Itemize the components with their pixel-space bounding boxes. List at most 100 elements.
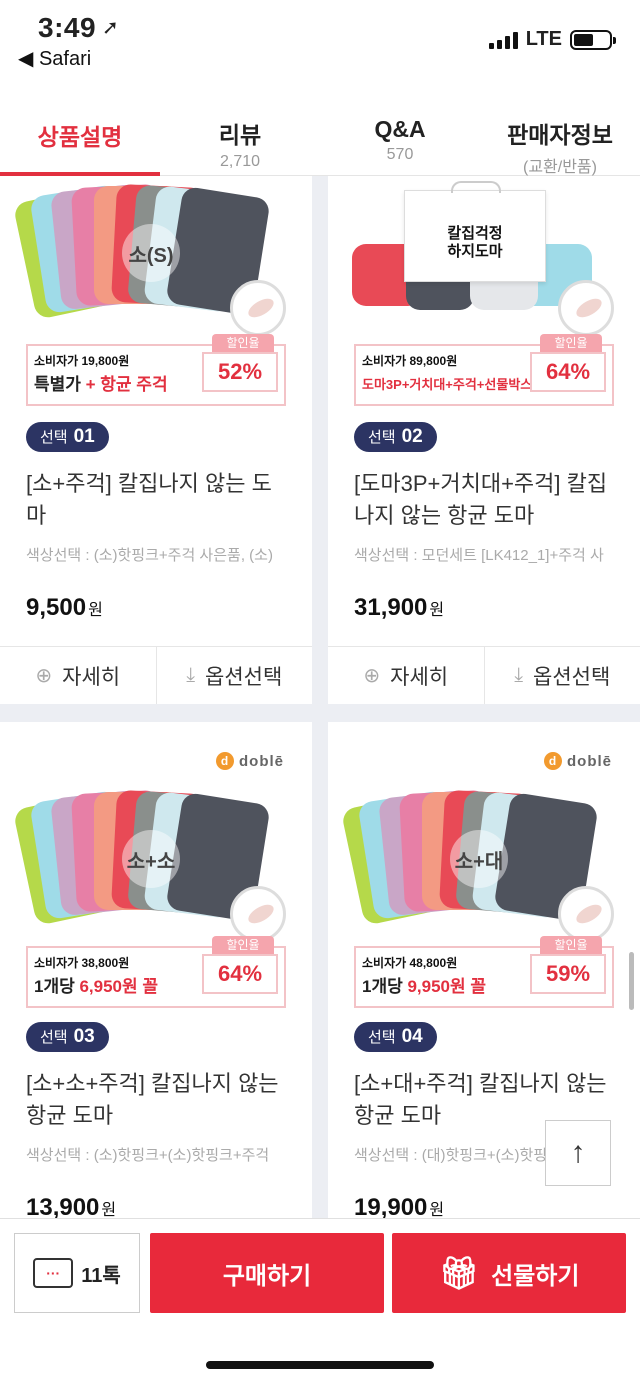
product-price: 19,900 원 xyxy=(354,1194,445,1218)
special-price-text: 특별가 + 항균 주걱 xyxy=(34,375,168,394)
spatula-icon xyxy=(230,280,286,336)
tab-label: 상품설명 xyxy=(37,124,123,150)
product-option: 색상선택 : 모던세트 [LK412_1]+주걱 사 xyxy=(354,547,604,564)
product-grid: 소(S) 소비자가 19,800원 특별가 + 항균 주걱 할인율 52% 선택… xyxy=(0,176,640,1218)
special-price-text: 1개당 6,950원 꼴 xyxy=(34,977,159,996)
product-option: 색상선택 : (소)핫핑크+(소)핫핑크+주걱 xyxy=(26,1147,270,1164)
consumer-price: 소비자가 48,800원 xyxy=(362,956,458,970)
product-option: 색상선택 : (소)핫핑크+주걱 사은품, (소) xyxy=(26,547,273,564)
discount-label: 할인율 xyxy=(540,334,602,352)
discount-label: 할인율 xyxy=(212,334,274,352)
discount-value: 64% xyxy=(530,352,606,392)
gift-icon: 🎁︎ xyxy=(438,1255,480,1291)
spatula-icon xyxy=(558,280,614,336)
product-image[interactable]: 소+대 xyxy=(340,789,614,942)
discount-value: 64% xyxy=(202,954,278,994)
product-card[interactable]: 칼집걱정 하지도마 소비자가 89,800원 도마3P+거치대+주걱+선물박스 … xyxy=(328,176,640,704)
gift-box-image: 칼집걱정 하지도마 xyxy=(404,181,546,282)
zoom-icon: ⊕ xyxy=(363,665,381,687)
discount-box: 할인율 52% xyxy=(202,334,278,400)
network-type: LTE xyxy=(525,28,562,50)
detail-button[interactable]: ⊕ 자세히 xyxy=(328,647,484,704)
consumer-price: 소비자가 38,800원 xyxy=(34,956,130,970)
select-badge: 선택 01 xyxy=(26,422,109,452)
discount-box: 할인율 64% xyxy=(530,334,606,400)
tab-reviews[interactable]: 리뷰 2,710 xyxy=(160,88,320,175)
download-icon: ⤓ xyxy=(186,664,196,686)
consumer-price: 소비자가 19,800원 xyxy=(34,354,130,368)
home-indicator[interactable] xyxy=(206,1361,434,1369)
price-banner: 소비자가 48,800원 1개당 9,950원 꼴 할인율 59% xyxy=(354,936,614,1008)
download-icon: ⤓ xyxy=(514,664,524,686)
discount-label: 할인율 xyxy=(540,936,602,954)
select-badge: 선택 04 xyxy=(354,1022,437,1052)
product-tabs: 상품설명 리뷰 2,710 Q&A 570 판매자정보 (교환/반품) xyxy=(0,88,640,176)
special-price-text: 도마3P+거치대+주걱+선물박스 xyxy=(362,377,533,392)
product-name[interactable]: [소+주걱] 칼집나지 않는 도마 xyxy=(26,468,292,532)
cutting-boards-set-image: 칼집걱정 하지도마 xyxy=(352,181,592,324)
brand-logo: d doblē xyxy=(216,752,284,770)
brand-logo: d doblē xyxy=(544,752,612,770)
back-to-safari[interactable]: ◀ Safari xyxy=(18,46,91,71)
bottom-action-bar: ··· 11톡 구매하기 🎁︎ 선물하기 xyxy=(0,1218,640,1384)
talk-label: 11톡 xyxy=(81,1264,121,1287)
location-icon: ➚ xyxy=(102,17,120,39)
price-banner: 소비자가 19,800원 특별가 + 항균 주걱 할인율 52% xyxy=(26,334,286,406)
price-banner: 소비자가 89,800원 도마3P+거치대+주걱+선물박스 할인율 64% xyxy=(354,334,614,406)
status-time: 3:49 ➚ xyxy=(38,12,120,43)
product-name[interactable]: [소+소+주걱] 칼집나지 않는 항균 도마 xyxy=(26,1068,292,1132)
spatula-icon xyxy=(230,886,286,942)
option-select-button[interactable]: ⤓ 옵션선택 xyxy=(155,647,313,704)
cutting-boards-image: 소(S) xyxy=(12,183,271,324)
chat-bubble-icon: ··· xyxy=(33,1258,74,1288)
tab-label: 리뷰 xyxy=(218,122,262,148)
tab-sublabel: (교환/반품) xyxy=(523,159,597,176)
scroll-to-top-button[interactable]: ↑ xyxy=(545,1120,611,1186)
discount-box: 할인율 64% xyxy=(202,936,278,1002)
product-card[interactable]: d doblē 소+소 소비자가 38,800원 1개당 6,950원 꼴 할인율 xyxy=(0,722,312,1218)
tab-description[interactable]: 상품설명 xyxy=(0,88,160,176)
logo-mark-icon: d xyxy=(544,752,562,770)
review-count: 2,710 xyxy=(219,153,261,170)
product-name[interactable]: [도마3P+거치대+주걱] 칼집나지 않는 항균 도마 xyxy=(354,468,620,532)
battery-icon xyxy=(570,29,616,50)
buy-button[interactable]: 구매하기 xyxy=(150,1233,384,1313)
status-bar: 3:49 ➚ ◀ Safari LTE xyxy=(0,0,640,88)
discount-box: 할인율 59% xyxy=(530,936,606,1002)
size-label: 소(S) xyxy=(122,224,180,282)
option-select-button[interactable]: ⤓ 옵션선택 xyxy=(483,647,640,704)
cutting-boards-image: 소+소 xyxy=(12,789,271,930)
product-card[interactable]: 소(S) 소비자가 19,800원 특별가 + 항균 주걱 할인율 52% 선택… xyxy=(0,176,312,704)
price-banner: 소비자가 38,800원 1개당 6,950원 꼴 할인율 64% xyxy=(26,936,286,1008)
size-label: 소+대 xyxy=(450,830,508,888)
consumer-price: 소비자가 89,800원 xyxy=(362,354,458,368)
tab-label: Q&A xyxy=(374,116,426,142)
tab-seller-info[interactable]: 판매자정보 (교환/반품) xyxy=(480,88,640,176)
special-price-text: 1개당 9,950원 꼴 xyxy=(362,977,487,996)
select-badge: 선택 02 xyxy=(354,422,437,452)
talk-button[interactable]: ··· 11톡 xyxy=(14,1233,140,1313)
tab-label: 판매자정보 xyxy=(507,122,613,148)
logo-mark-icon: d xyxy=(216,752,234,770)
product-image[interactable]: 칼집걱정 하지도마 xyxy=(352,181,614,336)
product-price: 9,500 원 xyxy=(26,594,103,621)
tab-qna[interactable]: Q&A 570 xyxy=(320,88,480,175)
scrollbar[interactable] xyxy=(629,952,634,1010)
arrow-up-icon: ↑ xyxy=(570,1136,586,1169)
card-actions: ⊕ 자세히 ⤓ 옵션선택 xyxy=(0,646,312,704)
zoom-icon: ⊕ xyxy=(35,665,53,687)
cutting-boards-image: 소+대 xyxy=(340,789,599,930)
discount-value: 59% xyxy=(530,954,606,994)
gift-button[interactable]: 🎁︎ 선물하기 xyxy=(392,1233,626,1313)
card-actions: ⊕ 자세히 ⤓ 옵션선택 xyxy=(328,646,640,704)
product-image[interactable]: 소+소 xyxy=(12,789,286,942)
product-price: 13,900 원 xyxy=(26,1194,117,1218)
signal-icon xyxy=(488,31,518,49)
detail-button[interactable]: ⊕ 자세히 xyxy=(0,647,156,704)
product-image[interactable]: 소(S) xyxy=(12,183,286,336)
product-price: 31,900 원 xyxy=(354,594,445,621)
size-label: 소+소 xyxy=(122,830,180,888)
discount-label: 할인율 xyxy=(212,936,274,954)
qna-count: 570 xyxy=(386,146,414,163)
discount-value: 52% xyxy=(202,352,278,392)
